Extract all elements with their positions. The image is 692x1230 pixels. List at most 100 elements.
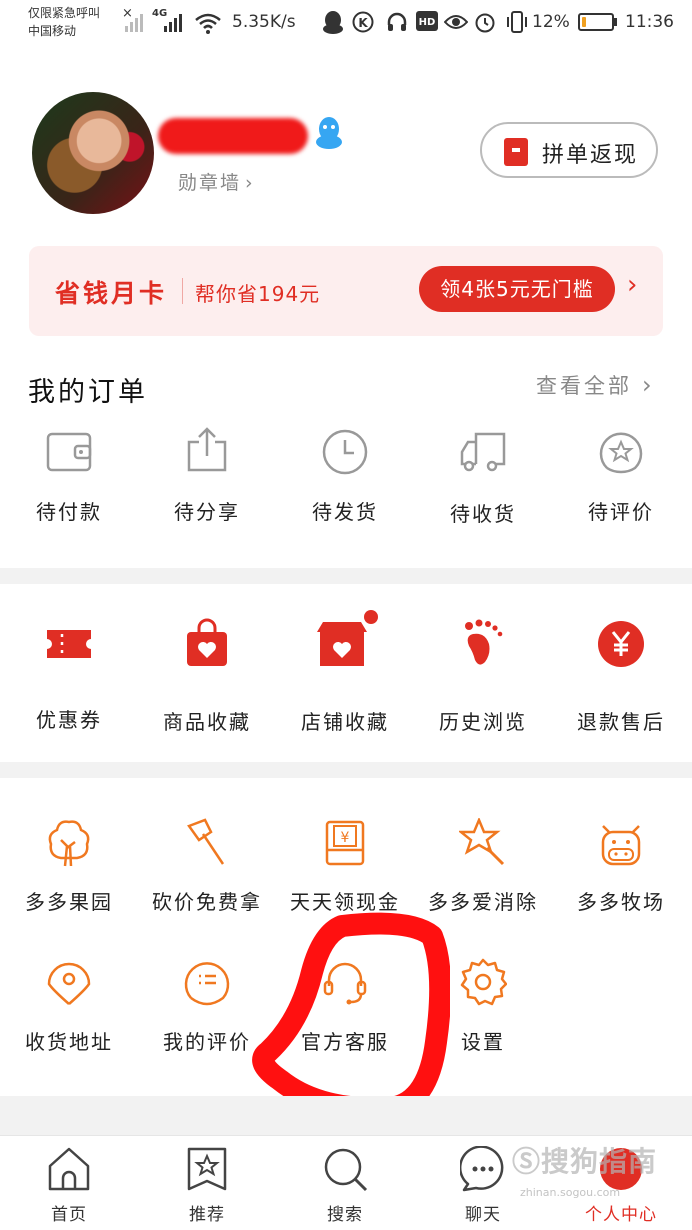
service-label: 店铺收藏 — [301, 710, 389, 734]
tool-label: 天天领现金 — [290, 890, 400, 914]
nav-label: 首页 — [51, 1205, 87, 1225]
carrier-line1: 仅限紧急呼叫 — [28, 6, 101, 20]
clock-icon — [322, 429, 368, 475]
tool-match-game[interactable]: 多多爱消除 — [414, 818, 552, 915]
redacted-username — [158, 118, 308, 154]
axe-icon — [187, 818, 225, 865]
footprint-icon — [465, 619, 503, 665]
badge-wall-label: 勋章墙 — [178, 172, 242, 194]
location-icon — [47, 962, 91, 1005]
review-star-icon — [599, 432, 643, 474]
store-heart-icon — [317, 610, 378, 666]
signal-icon — [164, 14, 182, 32]
order-pending-review[interactable]: 待评价 — [552, 428, 690, 525]
vibrate-icon — [507, 11, 527, 33]
clock-time: 11:36 — [625, 12, 674, 32]
tool-ranch[interactable]: 多多牧场 — [552, 818, 690, 915]
order-pending-share[interactable]: 待分享 — [138, 426, 276, 525]
tree-icon — [48, 820, 90, 867]
tool-orchard[interactable]: 多多果园 — [0, 818, 138, 915]
section-divider — [0, 762, 692, 778]
orders-title: 我的订单 — [28, 377, 148, 408]
see-all-label: 查看全部 — [536, 374, 632, 398]
battery-icon — [578, 13, 614, 31]
battery-percent: 12% — [532, 12, 570, 32]
comment-list-icon — [184, 962, 230, 1006]
group-cashback-button[interactable]: 拼单返现 — [480, 122, 658, 178]
bag-heart-icon — [187, 618, 227, 666]
service-label: 优惠券 — [36, 708, 102, 732]
tool-bargain[interactable]: 砍价免费拿 — [138, 818, 276, 915]
money-saving-card[interactable]: 省钱月卡 帮你省194元 领4张5元无门槛 › — [29, 246, 663, 336]
qq-penguin-icon — [316, 117, 342, 149]
nav-label: 个人中心 — [585, 1205, 657, 1225]
watermark-url: zhinan.sogou.com — [520, 1186, 621, 1199]
home-icon — [48, 1147, 90, 1191]
truck-icon — [460, 432, 506, 472]
nav-recommend[interactable]: 推荐 — [138, 1146, 276, 1225]
svg-text:¥: ¥ — [341, 830, 350, 846]
wifi-icon — [195, 13, 221, 34]
order-item-label: 待发货 — [312, 500, 378, 524]
services-section: 优惠券 商品收藏 店铺收藏 历史浏览 退款售后 — [0, 584, 692, 762]
nav-search[interactable]: 搜索 — [276, 1146, 414, 1225]
carrier-line2: 中国移动 — [28, 24, 77, 38]
divider — [182, 278, 183, 304]
settings-gear-icon — [460, 958, 507, 1006]
tool-customer-service[interactable]: 官方客服 — [276, 958, 414, 1055]
avatar[interactable] — [32, 92, 154, 214]
cashback-label: 拼单返现 — [542, 143, 639, 168]
headset-icon — [323, 962, 367, 1005]
net-speed: 5.35K/s — [232, 12, 296, 32]
tool-label: 收货地址 — [25, 1030, 113, 1054]
section-divider — [0, 1096, 692, 1135]
order-item-label: 待付款 — [36, 500, 102, 524]
claim-coupon-button[interactable]: 领4张5元无门槛 — [419, 266, 615, 312]
svg-text:HD: HD — [419, 17, 436, 28]
tool-settings[interactable]: 设置 — [414, 958, 552, 1055]
tool-label: 多多牧场 — [577, 890, 665, 914]
tool-label: 多多爱消除 — [428, 890, 538, 914]
profile-header: 勋章墙 › 拼单返现 — [0, 48, 692, 248]
coupon-icon — [47, 630, 91, 658]
tool-my-reviews[interactable]: 我的评价 — [138, 958, 276, 1055]
service-label: 商品收藏 — [163, 710, 251, 734]
orders-section: 我的订单 查看全部 › 待付款 待分享 待发货 待收货 待评价 — [0, 336, 692, 568]
cash-envelope-icon: ¥ — [325, 820, 365, 866]
service-product-favorites[interactable]: 商品收藏 — [138, 618, 276, 735]
service-label: 退款售后 — [577, 710, 665, 734]
alarm-icon — [475, 13, 495, 33]
section-divider — [0, 568, 692, 584]
hd-icon: HD — [416, 11, 438, 31]
tool-address[interactable]: 收货地址 — [0, 958, 138, 1055]
k-circle-icon: K — [352, 11, 374, 33]
nav-home[interactable]: 首页 — [0, 1146, 138, 1225]
nav-label: 聊天 — [465, 1205, 501, 1225]
order-item-label: 待收货 — [450, 502, 516, 526]
headphones-status-icon — [387, 12, 407, 31]
nav-label: 搜索 — [327, 1205, 363, 1225]
share-icon — [187, 427, 227, 472]
tool-label: 砍价免费拿 — [152, 890, 262, 914]
nav-label: 推荐 — [189, 1205, 225, 1225]
order-item-label: 待评价 — [588, 500, 654, 524]
cow-icon — [601, 825, 641, 866]
order-pending-receipt[interactable]: 待收货 — [414, 430, 552, 527]
tool-label: 多多果园 — [25, 890, 113, 914]
tools-section: 多多果园 砍价免费拿 ¥ 天天领现金 多多爱消除 多多牧场 收货地址 我的评价 … — [0, 778, 692, 1096]
service-refunds[interactable]: 退款售后 — [552, 620, 690, 735]
money-card-subtitle: 帮你省194元 — [195, 282, 321, 306]
tool-label: 官方客服 — [301, 1030, 389, 1054]
badge-wall-link[interactable]: 勋章墙 › — [178, 168, 255, 195]
order-pending-delivery[interactable]: 待发货 — [276, 428, 414, 525]
tool-daily-cash[interactable]: ¥ 天天领现金 — [276, 818, 414, 915]
service-history[interactable]: 历史浏览 — [414, 618, 552, 735]
service-store-favorites[interactable]: 店铺收藏 — [276, 610, 414, 735]
order-item-label: 待分享 — [174, 500, 240, 524]
signal-weak-icon — [125, 14, 143, 32]
chat-icon — [458, 1145, 504, 1192]
tool-label: 我的评价 — [163, 1030, 251, 1054]
see-all-orders-link[interactable]: 查看全部 › — [536, 370, 655, 400]
service-coupons[interactable]: 优惠券 — [0, 624, 138, 733]
order-pending-payment[interactable]: 待付款 — [0, 430, 138, 525]
